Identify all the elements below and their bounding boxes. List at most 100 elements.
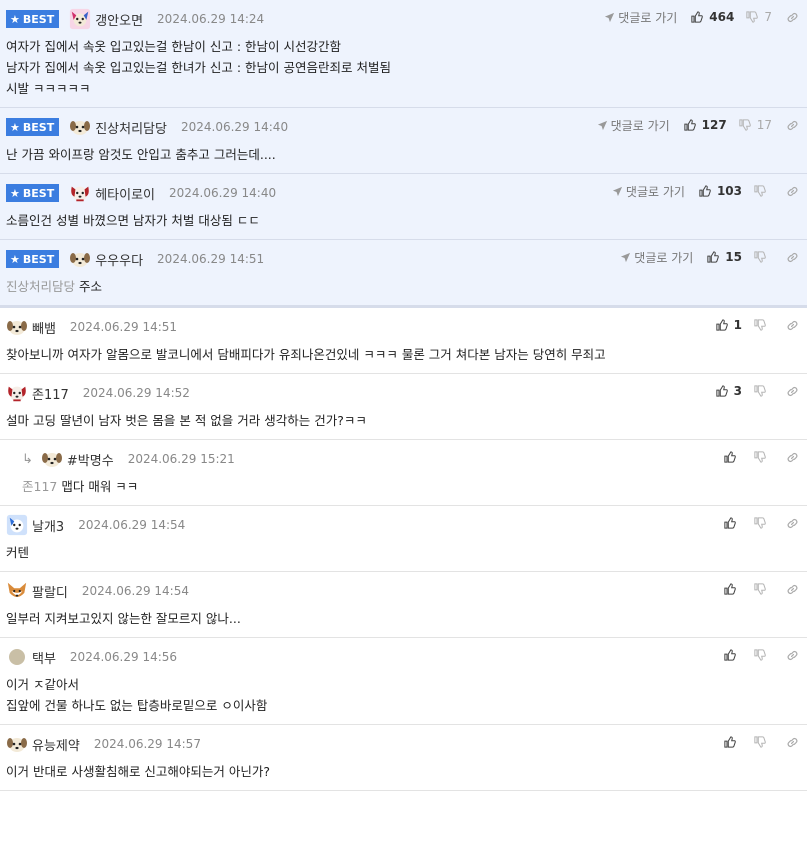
fox-icon[interactable]: [6, 580, 28, 602]
comment-meta: 날개3 2024.06.29 14:54: [6, 514, 801, 536]
dislike-button[interactable]: [754, 517, 772, 529]
comment-text: 이거 ㅈ같아서 집앞에 건물 하나도 없는 탑층바로밑으로 ㅇ이사함: [6, 677, 268, 713]
comment-item: 빼뱀 2024.06.29 14:51 1 찾아보니까 여자가 알몸으로 발코니에서 …: [0, 308, 807, 374]
comment-nickname[interactable]: 날개3: [32, 516, 64, 535]
comment-date: 2024.06.29 14:56: [69, 650, 178, 664]
like-button[interactable]: [724, 736, 742, 748]
link-icon[interactable]: [786, 251, 799, 264]
like-button[interactable]: [724, 649, 742, 661]
dislike-button[interactable]: [754, 649, 772, 661]
comment-date: 2024.06.29 14:54: [78, 518, 186, 532]
link-icon[interactable]: [786, 385, 799, 398]
comment-meta: 유능제약 2024.06.29 14:57: [6, 733, 801, 755]
dislike-button[interactable]: 17: [739, 118, 772, 132]
goto-comment-label: 댓글로 가기: [625, 184, 685, 199]
dislike-button[interactable]: [754, 185, 772, 197]
thumbs-down-icon: [739, 119, 757, 131]
comment-nickname[interactable]: 빼뱀: [32, 318, 56, 337]
goto-comment-button[interactable]: 댓글로 가기: [620, 249, 693, 266]
puppy-icon[interactable]: [69, 248, 91, 270]
comment-item: ★ BEST 우우우다 2024.06.29 14:51 댓글로 가기 15 진상처리담당 주…: [0, 240, 807, 308]
star-icon: ★: [10, 252, 20, 266]
reply-arrow-icon: ↳: [22, 451, 33, 467]
link-icon[interactable]: [786, 319, 799, 332]
comment-body: 이거 반대로 사생활침해로 신고해야되는거 아닌가?: [6, 755, 801, 790]
like-button[interactable]: 127: [683, 118, 727, 132]
goto-comment-button[interactable]: 댓글로 가기: [604, 9, 677, 26]
goto-comment-label: 댓글로 가기: [634, 250, 694, 265]
grey-circle-avatar-icon[interactable]: [6, 646, 28, 668]
comment-nickname[interactable]: 진상처리담당: [95, 118, 167, 137]
thumbs-down-icon: [746, 11, 764, 23]
link-icon[interactable]: [786, 185, 799, 198]
comment-nickname[interactable]: 헤타이로이: [95, 184, 155, 203]
thumbs-down-icon: [754, 185, 772, 197]
like-button[interactable]: 3: [715, 384, 742, 398]
dislike-button[interactable]: [754, 251, 772, 263]
link-icon[interactable]: [786, 736, 799, 749]
like-button[interactable]: [724, 583, 742, 595]
comment-date: 2024.06.29 15:21: [127, 452, 235, 466]
like-count: 464: [709, 10, 735, 24]
like-button[interactable]: 1: [715, 318, 742, 332]
link-icon[interactable]: [786, 451, 799, 464]
dog-with-pink-ears-icon[interactable]: [69, 8, 91, 30]
comment-meta: ↳ #박명수 2024.06.29 15:21: [6, 448, 801, 470]
comment-actions: [724, 448, 799, 466]
comment-body: 존117 맵다 매워 ㅋㅋ: [6, 470, 801, 505]
puppy-icon[interactable]: [6, 316, 28, 338]
comment-item: ★ BEST 갱안오면 2024.06.29 14:24 댓글로 가기 464 7 여자가 집…: [0, 0, 807, 108]
comment-nickname[interactable]: 존117: [32, 384, 69, 403]
comment-nickname[interactable]: 택부: [32, 648, 56, 667]
thumbs-down-icon: [754, 385, 772, 397]
red-dog-icon[interactable]: [6, 382, 28, 404]
link-icon[interactable]: [786, 517, 799, 530]
comment-actions: [724, 733, 799, 751]
comment-body: 진상처리담당 주소: [6, 270, 801, 305]
goto-comment-button[interactable]: 댓글로 가기: [597, 117, 670, 134]
dislike-button[interactable]: [754, 385, 772, 397]
comment-date: 2024.06.29 14:24: [157, 12, 265, 26]
dislike-button[interactable]: [754, 736, 772, 748]
dislike-button[interactable]: [754, 319, 772, 331]
like-button[interactable]: [724, 451, 742, 463]
link-icon[interactable]: [786, 119, 799, 132]
puppy-icon[interactable]: [69, 116, 91, 138]
comment-item: 존117 2024.06.29 14:52 3 설마 고딩 딸년이 남자 벗은 몸을 …: [0, 374, 807, 440]
blue-dog-icon[interactable]: [6, 514, 28, 536]
mention-nickname[interactable]: 존117: [22, 479, 57, 494]
mention-nickname[interactable]: 진상처리담당: [6, 279, 75, 294]
comment-text: 찾아보니까 여자가 알몸으로 발코니에서 담배피다가 유죄나온건있네 ㅋㅋㅋ 물…: [6, 347, 606, 362]
send-icon: [597, 120, 611, 131]
best-badge: ★ BEST: [6, 250, 60, 268]
dislike-button[interactable]: [754, 583, 772, 595]
comment-date: 2024.06.29 14:51: [157, 252, 265, 266]
comment-nickname[interactable]: 팔랄디: [32, 582, 68, 601]
comment-text: 난 가끔 와이프랑 암것도 안입고 춤추고 그러는데....: [6, 147, 276, 162]
dislike-button[interactable]: 7: [746, 10, 772, 24]
link-icon[interactable]: [786, 11, 799, 24]
comment-text: 일부러 지켜보고있지 않는한 잘모르지 않나...: [6, 611, 241, 626]
send-icon: [620, 252, 634, 263]
thumbs-up-icon: [715, 319, 734, 331]
comment-nickname[interactable]: 갱안오면: [95, 10, 143, 29]
like-button[interactable]: 15: [707, 250, 742, 264]
comment-nickname[interactable]: 유능제약: [32, 735, 80, 754]
best-label: BEST: [22, 186, 55, 200]
comment-nickname[interactable]: 우우우다: [95, 250, 143, 269]
puppy-icon[interactable]: [41, 448, 63, 470]
comment-text: 맵다 매워 ㅋㅋ: [61, 479, 139, 494]
comment-body: 커텐: [6, 536, 801, 571]
like-button[interactable]: [724, 517, 742, 529]
comment-actions: 1: [715, 316, 799, 334]
dislike-button[interactable]: [754, 451, 772, 463]
like-button[interactable]: 464: [691, 10, 734, 24]
link-icon[interactable]: [786, 649, 799, 662]
red-dog-icon[interactable]: [69, 182, 91, 204]
like-button[interactable]: 103: [699, 184, 742, 198]
puppy-icon[interactable]: [6, 733, 28, 755]
comment-nickname[interactable]: #박명수: [67, 450, 114, 469]
link-icon[interactable]: [786, 583, 799, 596]
goto-comment-button[interactable]: 댓글로 가기: [612, 183, 685, 200]
comment-text: 소름인건 성별 바꼈으면 남자가 처벌 대상됨 ㄷㄷ: [6, 213, 260, 228]
